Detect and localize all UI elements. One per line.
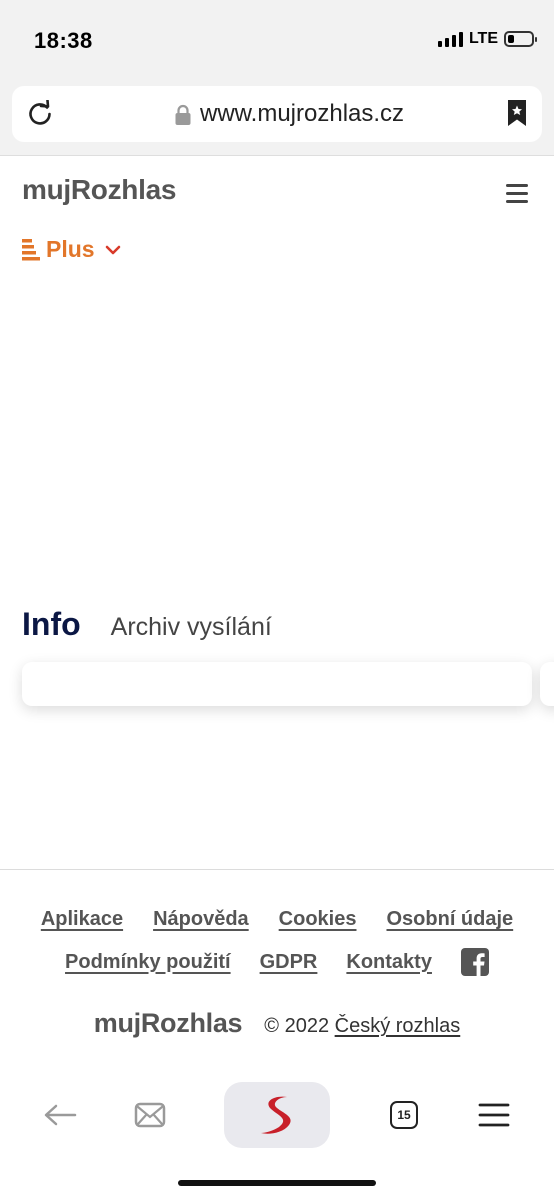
content-tabs: Info Archiv vysílání bbox=[22, 606, 272, 643]
browser-logo-icon bbox=[261, 1096, 291, 1134]
footer-links-secondary: Podmínky použití GDPR Kontakty bbox=[0, 948, 554, 976]
footer-link-kontakty[interactable]: Kontakty bbox=[346, 951, 432, 974]
copyright-prefix: © 2022 bbox=[264, 1015, 330, 1037]
footer-bottom: mujRozhlas © 2022 Český rozhlas bbox=[0, 1008, 554, 1039]
mail-button[interactable] bbox=[130, 1082, 170, 1148]
lock-icon bbox=[175, 104, 191, 125]
signal-icon bbox=[437, 31, 463, 47]
footer-logo[interactable]: mujRozhlas bbox=[94, 1008, 243, 1039]
footer-link-gdpr[interactable]: GDPR bbox=[260, 951, 318, 974]
plus-station-icon bbox=[22, 238, 40, 260]
browser-menu-button[interactable] bbox=[474, 1082, 514, 1148]
tabs-icon: 15 bbox=[390, 1101, 418, 1129]
station-selector[interactable]: Plus bbox=[22, 236, 121, 263]
network-label: LTE bbox=[468, 30, 498, 47]
mail-icon bbox=[134, 1102, 166, 1128]
browser-toolbar: 15 bbox=[0, 1082, 554, 1150]
footer-link-aplikace[interactable]: Aplikace bbox=[41, 908, 123, 931]
footer-link-osobni-udaje[interactable]: Osobní údaje bbox=[386, 908, 513, 931]
footer-links-primary: Aplikace Nápověda Cookies Osobní údaje bbox=[0, 908, 554, 931]
battery-icon bbox=[504, 31, 537, 47]
footer-link-podminky[interactable]: Podmínky použití bbox=[65, 951, 231, 974]
back-arrow-icon bbox=[44, 1104, 77, 1126]
copyright-owner-link[interactable]: Český rozhlas bbox=[335, 1015, 461, 1037]
home-indicator bbox=[178, 1180, 376, 1186]
content-card[interactable] bbox=[22, 662, 532, 706]
status-time: 18:38 bbox=[34, 28, 93, 53]
tab-info[interactable]: Info bbox=[22, 606, 81, 643]
footer-link-napoveda[interactable]: Nápověda bbox=[153, 908, 249, 931]
tab-archive[interactable]: Archiv vysílání bbox=[111, 613, 272, 642]
station-label: Plus bbox=[46, 236, 95, 262]
content-card-next[interactable] bbox=[540, 662, 554, 706]
facebook-icon[interactable] bbox=[460, 948, 489, 976]
copyright: © 2022 Český rozhlas bbox=[264, 1015, 460, 1038]
footer-link-cookies[interactable]: Cookies bbox=[279, 908, 357, 931]
status-indicators: LTE bbox=[437, 30, 537, 48]
reload-icon[interactable] bbox=[26, 100, 54, 128]
bookmark-icon[interactable] bbox=[506, 98, 528, 128]
home-button[interactable] bbox=[224, 1082, 330, 1148]
chevron-down-icon bbox=[105, 245, 120, 254]
browser-menu-icon bbox=[478, 1103, 510, 1127]
status-bar: 18:38 LTE bbox=[0, 0, 554, 80]
site-logo[interactable]: mujRozhlas bbox=[22, 174, 176, 206]
url-text[interactable]: www.mujrozhlas.cz bbox=[200, 100, 404, 128]
browser-bar: www.mujrozhlas.cz bbox=[0, 80, 554, 156]
hamburger-menu-icon[interactable] bbox=[506, 184, 528, 204]
tabs-button[interactable]: 15 bbox=[384, 1082, 424, 1148]
back-button[interactable] bbox=[40, 1082, 80, 1148]
address-bar[interactable]: www.mujrozhlas.cz bbox=[12, 86, 542, 142]
footer-divider bbox=[0, 869, 554, 870]
battery-level bbox=[508, 35, 514, 43]
